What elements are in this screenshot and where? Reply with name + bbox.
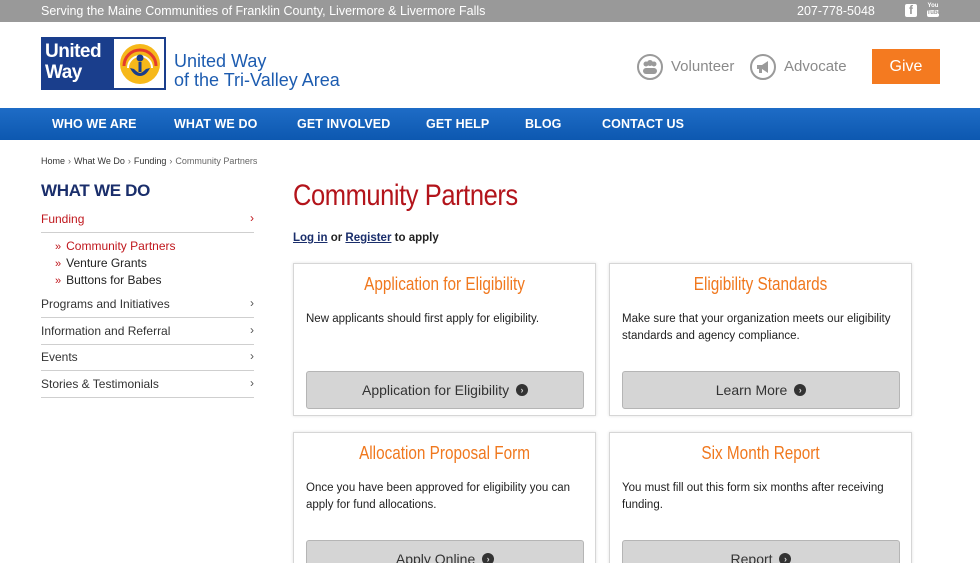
megaphone-icon	[750, 54, 776, 80]
sidebar-item-programs[interactable]: Programs and Initiatives ›	[41, 291, 254, 318]
sidebar-title: WHAT WE DO	[41, 181, 151, 200]
card-title: Eligibility Standards	[693, 274, 828, 294]
card-application-eligibility: Application for Eligibility New applican…	[293, 263, 596, 416]
card-description: You must fill out this form six months a…	[622, 482, 884, 511]
login-link[interactable]: Log in	[293, 232, 328, 244]
breadcrumb-funding[interactable]: Funding	[134, 156, 167, 166]
card-title: Six Month Report	[701, 443, 820, 463]
double-chevron-icon: »	[55, 258, 62, 270]
card-description: Once you have been approved for eligibil…	[306, 482, 571, 511]
double-chevron-icon: »	[55, 241, 62, 253]
breadcrumb-what-we-do[interactable]: What We Do	[74, 156, 125, 166]
arrow-circle-icon: ›	[482, 553, 495, 563]
card-six-month-report: Six Month Report You must fill out this …	[609, 432, 912, 563]
sidebar-item-events[interactable]: Events ›	[41, 344, 254, 371]
report-button[interactable]: Report ›	[622, 540, 900, 563]
card-title: Allocation Proposal Form	[359, 443, 530, 463]
card-description: New applicants should first apply for el…	[306, 313, 540, 325]
main-navigation: WHO WE ARE WHAT WE DO GET INVOLVED GET H…	[0, 108, 980, 140]
nav-contact-us[interactable]: CONTACT US	[602, 117, 684, 131]
card-eligibility-standards: Eligibility Standards Make sure that you…	[609, 263, 912, 416]
give-button[interactable]: Give	[872, 49, 940, 84]
breadcrumb-home[interactable]: Home	[41, 156, 65, 166]
breadcrumb-separator: ›	[68, 156, 72, 166]
youtube-icon[interactable]: You Tube	[927, 3, 941, 18]
breadcrumb-separator: ›	[169, 156, 173, 166]
logo-hand-icon	[112, 37, 166, 90]
facebook-icon[interactable]: f	[905, 3, 917, 17]
sidebar-subitem-venture-grants[interactable]: » Venture Grants	[55, 256, 147, 270]
nav-blog[interactable]: BLOG	[525, 117, 562, 131]
double-chevron-icon: »	[55, 275, 62, 287]
card-description: Make sure that your organization meets o…	[622, 313, 891, 342]
site-header: United Way United Way of the Tri-Valley …	[0, 22, 980, 108]
sidebar-subitem-community-partners[interactable]: » Community Partners	[55, 239, 176, 253]
page-title: Community Partners	[293, 179, 518, 212]
application-eligibility-button[interactable]: Application for Eligibility ›	[306, 371, 584, 409]
united-way-logo[interactable]: United Way	[41, 37, 166, 90]
breadcrumb-current: Community Partners	[175, 156, 258, 166]
organization-name[interactable]: United Way of the Tri-Valley Area	[174, 52, 340, 90]
arrow-circle-icon: ›	[515, 384, 528, 397]
arrow-circle-icon: ›	[794, 384, 807, 397]
chevron-right-icon: ›	[250, 296, 254, 310]
phone-number[interactable]: 207-778-5048	[797, 4, 875, 18]
card-allocation-proposal: Allocation Proposal Form Once you have b…	[293, 432, 596, 563]
nav-what-we-do[interactable]: WHAT WE DO	[174, 117, 257, 131]
login-prompt: Log in or Register to apply	[293, 232, 439, 244]
volunteer-label: Volunteer	[671, 58, 735, 75]
chevron-right-icon: ›	[250, 349, 254, 363]
sidebar-item-funding[interactable]: Funding ›	[41, 206, 254, 233]
chevron-right-icon: ›	[250, 323, 254, 337]
apply-online-button[interactable]: Apply Online ›	[306, 540, 584, 563]
chevron-right-icon: ›	[250, 211, 254, 225]
service-area-tagline: Serving the Maine Communities of Frankli…	[41, 4, 486, 18]
volunteer-group-icon	[637, 54, 663, 80]
sidebar-item-information[interactable]: Information and Referral ›	[41, 318, 254, 345]
sidebar-subitem-buttons-for-babes[interactable]: » Buttons for Babes	[55, 273, 162, 287]
sidebar-item-stories[interactable]: Stories & Testimonials ›	[41, 371, 254, 398]
register-link[interactable]: Register	[345, 232, 391, 244]
nav-get-involved[interactable]: GET INVOLVED	[297, 117, 390, 131]
breadcrumb: Home › What We Do › Funding › Community Partne…	[41, 156, 257, 166]
nav-get-help[interactable]: GET HELP	[426, 117, 489, 131]
nav-who-we-are[interactable]: WHO WE ARE	[52, 117, 137, 131]
advocate-label: Advocate	[784, 58, 847, 75]
learn-more-button[interactable]: Learn More ›	[622, 371, 900, 409]
logo-wordmark: United Way	[41, 37, 112, 90]
chevron-right-icon: ›	[250, 376, 254, 390]
breadcrumb-separator: ›	[127, 156, 131, 166]
utility-bar: Serving the Maine Communities of Frankli…	[0, 0, 980, 22]
arrow-circle-icon: ›	[779, 553, 792, 563]
card-title: Application for Eligibility	[364, 274, 525, 294]
